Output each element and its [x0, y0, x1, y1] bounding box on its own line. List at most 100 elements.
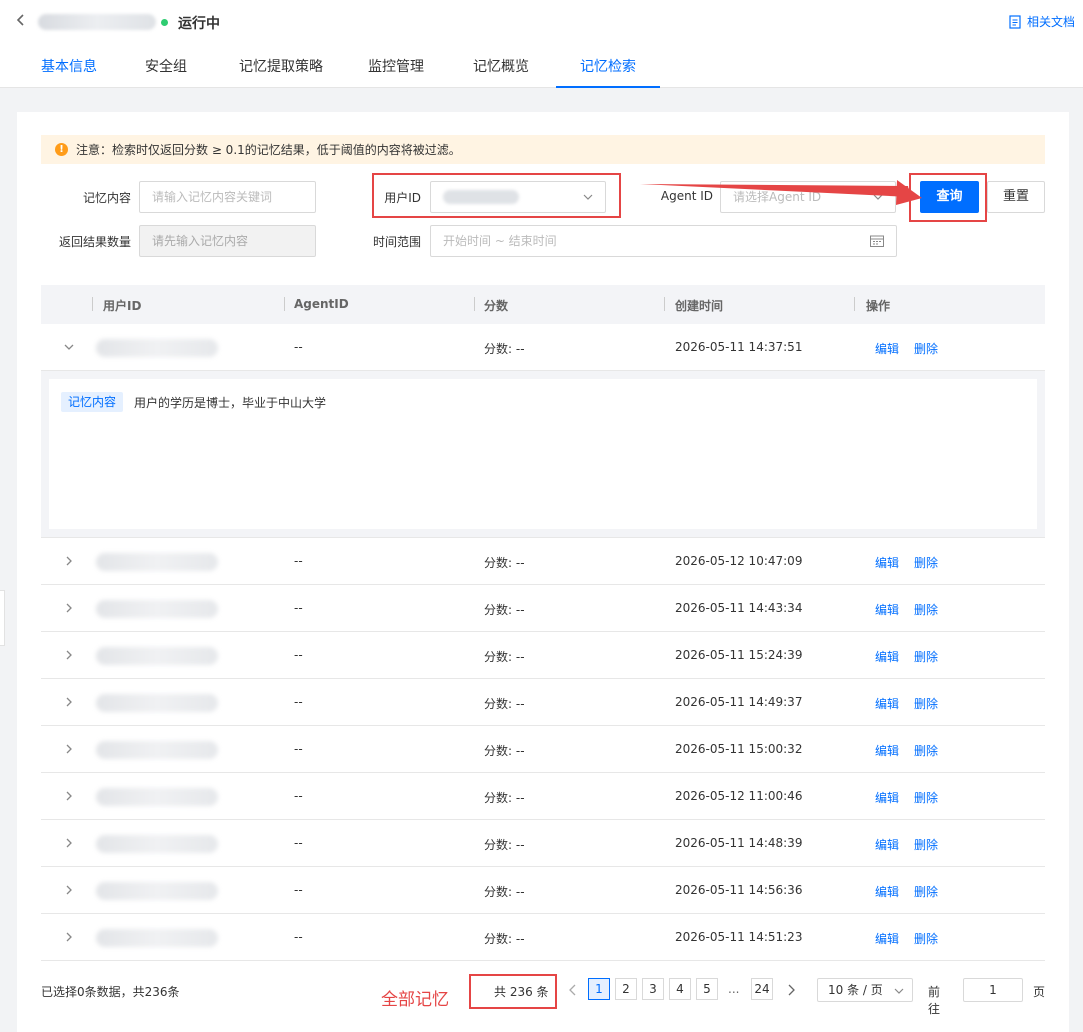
chevron-right-icon[interactable]	[63, 555, 75, 567]
score-cell: 分数: --	[484, 932, 525, 946]
chevron-down-icon[interactable]	[63, 341, 75, 353]
created-time-cell: 2026-05-11 14:48:39	[675, 836, 803, 850]
tab-monitoring[interactable]: 监控管理	[346, 50, 446, 88]
user-id-redacted	[96, 882, 218, 900]
agent-id-cell: --	[294, 554, 303, 568]
user-id-redacted	[96, 600, 218, 618]
chevron-right-icon[interactable]	[63, 696, 75, 708]
search-button-highlight-box	[909, 173, 987, 222]
page-button[interactable]: 24	[751, 978, 773, 1000]
tab-security-group[interactable]: 安全组	[116, 50, 216, 88]
time-range-picker[interactable]: 开始时间 ~ 结束时间	[430, 225, 897, 257]
created-time-cell: 2026-05-12 11:00:46	[675, 789, 803, 803]
created-time-cell: 2026-05-11 14:51:23	[675, 930, 803, 944]
table-row: -- 分数: -- 2026-05-11 14:43:34 编辑 删除	[41, 585, 1045, 632]
chevron-right-icon[interactable]	[63, 649, 75, 661]
agent-id-cell: --	[294, 836, 303, 850]
created-time-cell: 2026-05-11 14:43:34	[675, 601, 803, 615]
edit-link[interactable]: 编辑	[875, 836, 899, 853]
agent-id-label: Agent ID	[660, 189, 713, 203]
page-button[interactable]: 3	[642, 978, 664, 1000]
goto-page-input[interactable]: 1	[963, 978, 1023, 1002]
edit-link[interactable]: 编辑	[875, 340, 899, 357]
chevron-right-icon[interactable]	[786, 984, 796, 996]
edit-link[interactable]: 编辑	[875, 930, 899, 947]
tab-memory-search[interactable]: 记忆检索	[556, 50, 660, 88]
tab-memory-overview[interactable]: 记忆概览	[446, 50, 556, 88]
agent-id-cell: --	[294, 340, 303, 354]
page-button[interactable]: 4	[669, 978, 691, 1000]
score-cell: 分数: --	[484, 791, 525, 805]
notice-bar: ! 注意：检索时仅返回分数 ≥ 0.1的记忆结果，低于阈值的内容将被过滤。	[41, 135, 1045, 164]
agent-id-cell: --	[294, 883, 303, 897]
chevron-right-icon[interactable]	[63, 743, 75, 755]
chevron-right-icon[interactable]	[63, 602, 75, 614]
table-row: -- 分数: -- 2026-05-11 14:56:36 编辑 删除	[41, 867, 1045, 914]
agent-id-cell: --	[294, 648, 303, 662]
edit-link[interactable]: 编辑	[875, 648, 899, 665]
delete-link[interactable]: 删除	[914, 930, 938, 947]
delete-link[interactable]: 删除	[914, 836, 938, 853]
page-size-select[interactable]: 10 条 / 页	[817, 978, 913, 1002]
created-time-cell: 2026-05-12 10:47:09	[675, 554, 803, 568]
chevron-right-icon[interactable]	[63, 931, 75, 943]
document-icon	[1009, 14, 1021, 29]
edit-link[interactable]: 编辑	[875, 789, 899, 806]
tab-bar: 基本信息 安全组 记忆提取策略 监控管理 记忆概览 记忆检索	[22, 50, 660, 88]
score-cell: 分数: --	[484, 556, 525, 570]
delete-link[interactable]: 删除	[914, 695, 938, 712]
related-docs-label: 相关文档	[1026, 15, 1075, 29]
delete-link[interactable]: 删除	[914, 601, 938, 618]
related-docs-link[interactable]: 相关文档	[1009, 13, 1075, 30]
created-time-cell: 2026-05-11 15:00:32	[675, 742, 803, 756]
table-row: -- 分数: -- 2026-05-11 15:00:32 编辑 删除	[41, 726, 1045, 773]
column-score: 分数	[484, 299, 509, 313]
chevron-right-icon[interactable]	[63, 837, 75, 849]
delete-link[interactable]: 删除	[914, 648, 938, 665]
delete-link[interactable]: 删除	[914, 554, 938, 571]
chevron-right-icon[interactable]	[63, 790, 75, 802]
annotation-label: 全部记忆	[381, 990, 449, 1010]
memory-content-input[interactable]: 请输入记忆内容关键词	[139, 181, 316, 213]
tab-extraction-strategy[interactable]: 记忆提取策略	[216, 50, 346, 88]
edit-link[interactable]: 编辑	[875, 601, 899, 618]
result-count-input[interactable]: 请先输入记忆内容	[139, 225, 316, 257]
table-row: -- 分数: -- 2026-05-11 14:37:51 编辑 删除	[41, 324, 1045, 371]
page-button[interactable]: 5	[696, 978, 718, 1000]
created-time-cell: 2026-05-11 14:56:36	[675, 883, 803, 897]
score-cell: 分数: --	[484, 838, 525, 852]
agent-id-select[interactable]: 请选择Agent ID	[720, 181, 896, 213]
user-id-redacted	[96, 694, 218, 712]
score-cell: 分数: --	[484, 603, 525, 617]
memory-content-text: 用户的学历是博士，毕业于中山大学	[134, 396, 327, 410]
created-time-cell: 2026-05-11 14:37:51	[675, 340, 803, 354]
delete-link[interactable]: 删除	[914, 742, 938, 759]
delete-link[interactable]: 删除	[914, 883, 938, 900]
edit-link[interactable]: 编辑	[875, 554, 899, 571]
page-ellipsis[interactable]: ...	[728, 982, 739, 996]
chevron-down-icon	[873, 194, 883, 200]
edit-link[interactable]: 编辑	[875, 695, 899, 712]
edit-link[interactable]: 编辑	[875, 883, 899, 900]
tab-basic-info[interactable]: 基本信息	[22, 50, 116, 88]
user-id-redacted	[96, 553, 218, 571]
chevron-right-icon[interactable]	[63, 884, 75, 896]
delete-link[interactable]: 删除	[914, 340, 938, 357]
table-header: 用户ID AgentID 分数 创建时间 操作	[41, 285, 1045, 324]
page-button[interactable]: 1	[588, 978, 610, 1000]
side-collapse-handle[interactable]	[0, 590, 5, 646]
calendar-icon	[870, 235, 884, 247]
edit-link[interactable]: 编辑	[875, 742, 899, 759]
warning-icon: !	[55, 143, 68, 156]
table-row: -- 分数: -- 2026-05-11 15:24:39 编辑 删除	[41, 632, 1045, 679]
page-size-value: 10 条 / 页	[828, 983, 883, 997]
reset-button[interactable]: 重置	[987, 181, 1045, 213]
delete-link[interactable]: 删除	[914, 789, 938, 806]
chevron-left-icon[interactable]	[568, 984, 578, 996]
back-arrow-icon[interactable]	[14, 13, 30, 29]
total-count: 共 236 条	[494, 985, 549, 999]
user-id-redacted	[96, 339, 218, 357]
created-time-cell: 2026-05-11 15:24:39	[675, 648, 803, 662]
agent-id-cell: --	[294, 930, 303, 944]
page-button[interactable]: 2	[615, 978, 637, 1000]
